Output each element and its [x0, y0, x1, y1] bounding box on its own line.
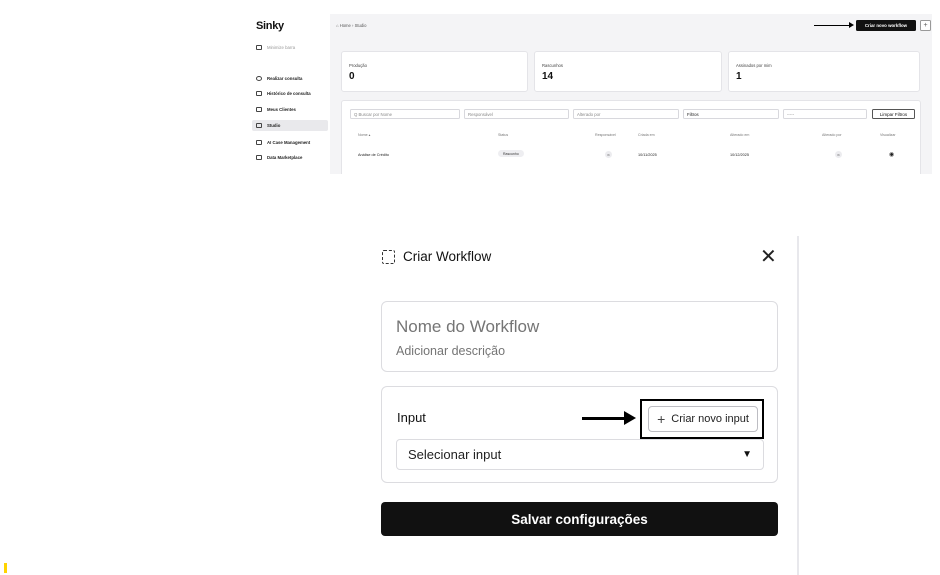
date-range-picker[interactable]: -----: [783, 109, 867, 119]
row-criada: 10/11/2025: [638, 153, 657, 157]
search-icon: [256, 76, 262, 81]
select-input-label: Selecionar input: [408, 447, 502, 462]
stat-card-assinados: Assinados por mim 1: [728, 51, 920, 92]
col-responsavel: Responsável: [595, 133, 616, 137]
list-icon: [256, 140, 262, 145]
select-input-dropdown[interactable]: Selecionar input ▼: [396, 439, 764, 470]
sidebar-item-data-marketplace[interactable]: Data Marketplace: [252, 152, 328, 163]
workflow-name-input[interactable]: [396, 317, 756, 337]
avatar: IK: [835, 151, 842, 158]
sidebar-item-clientes[interactable]: Meus Clientes: [252, 104, 328, 115]
pointer-arrow-icon: [814, 21, 854, 30]
sidebar-item-minimize[interactable]: Minimize barra: [252, 42, 328, 53]
history-icon: [256, 91, 262, 96]
plus-icon: +: [657, 411, 666, 427]
pointer-arrow-icon: [582, 412, 636, 424]
stat-card-rascunhos: Rascunhos 14: [534, 51, 722, 92]
folder-icon: [256, 107, 262, 112]
plus-button[interactable]: +: [920, 20, 931, 31]
row-nome[interactable]: Análise de Crédito: [358, 153, 389, 157]
filtros-dropdown[interactable]: Filtros: [683, 109, 779, 119]
modal-divider: [797, 236, 799, 575]
screenshot-stage: Sinky Minimize barra Realizar consulta H…: [0, 0, 940, 575]
col-alterado: Alterado em: [730, 133, 750, 137]
input-card: Input + Criar novo input Selecionar inpu…: [381, 386, 778, 483]
workflow-description-input[interactable]: [396, 344, 756, 358]
app-logo: Sinky: [256, 20, 284, 32]
sidebar-item-realizar-consulta[interactable]: Realizar consulta: [252, 73, 328, 84]
stat-card-producao: Produção 0: [341, 51, 528, 92]
workflow-info-card: [381, 301, 778, 372]
save-button[interactable]: Salvar configurações: [381, 502, 778, 536]
studio-icon: [256, 123, 262, 128]
eye-icon[interactable]: ◉: [889, 151, 894, 158]
close-icon[interactable]: ✕: [760, 247, 777, 267]
col-visualizar: Visualizar: [880, 133, 896, 137]
studio-page-preview: Sinky Minimize barra Realizar consulta H…: [248, 14, 932, 174]
cursor-marker: [4, 563, 7, 573]
market-icon: [256, 155, 262, 160]
col-criada: Criada em: [638, 133, 655, 137]
modal-title: Criar Workflow: [403, 249, 492, 264]
workflows-table-card: Q Buscar por Nome Responsável Alterado p…: [341, 100, 921, 174]
status-badge: Rascunho: [498, 150, 524, 157]
sidebar-item-studio[interactable]: Studio: [252, 120, 328, 131]
studio-main: ⌂ Home › Studio Criar novo workflow + Pr…: [330, 14, 932, 174]
alterado-por-select[interactable]: Alterado por: [573, 109, 679, 119]
sidebar: Sinky Minimize barra Realizar consulta H…: [248, 14, 330, 174]
new-workflow-button[interactable]: Criar novo workflow: [856, 20, 916, 31]
responsavel-select[interactable]: Responsável: [464, 109, 569, 119]
avatar: IK: [605, 151, 612, 158]
panel-icon: [256, 45, 262, 50]
sidebar-item-ai-case[interactable]: AI Case Management: [252, 137, 328, 148]
col-status: Status: [498, 133, 509, 137]
clear-filters-button[interactable]: Limpar Filtros: [872, 109, 915, 119]
search-input[interactable]: Q Buscar por Nome: [350, 109, 460, 119]
add-input-label: Criar novo input: [671, 413, 749, 425]
chevron-down-icon: ▼: [742, 449, 752, 460]
breadcrumb[interactable]: ⌂ Home › Studio: [336, 23, 366, 28]
col-alterado-por: Alterado por: [822, 133, 842, 137]
sidebar-item-historico[interactable]: Histórico de consulta: [252, 88, 328, 99]
add-input-button[interactable]: + Criar novo input: [648, 406, 758, 432]
row-alterado: 10/12/2025: [730, 153, 750, 157]
col-nome[interactable]: Nome ▴: [358, 133, 370, 137]
input-label: Input: [397, 410, 426, 425]
workflow-icon: [382, 250, 395, 264]
